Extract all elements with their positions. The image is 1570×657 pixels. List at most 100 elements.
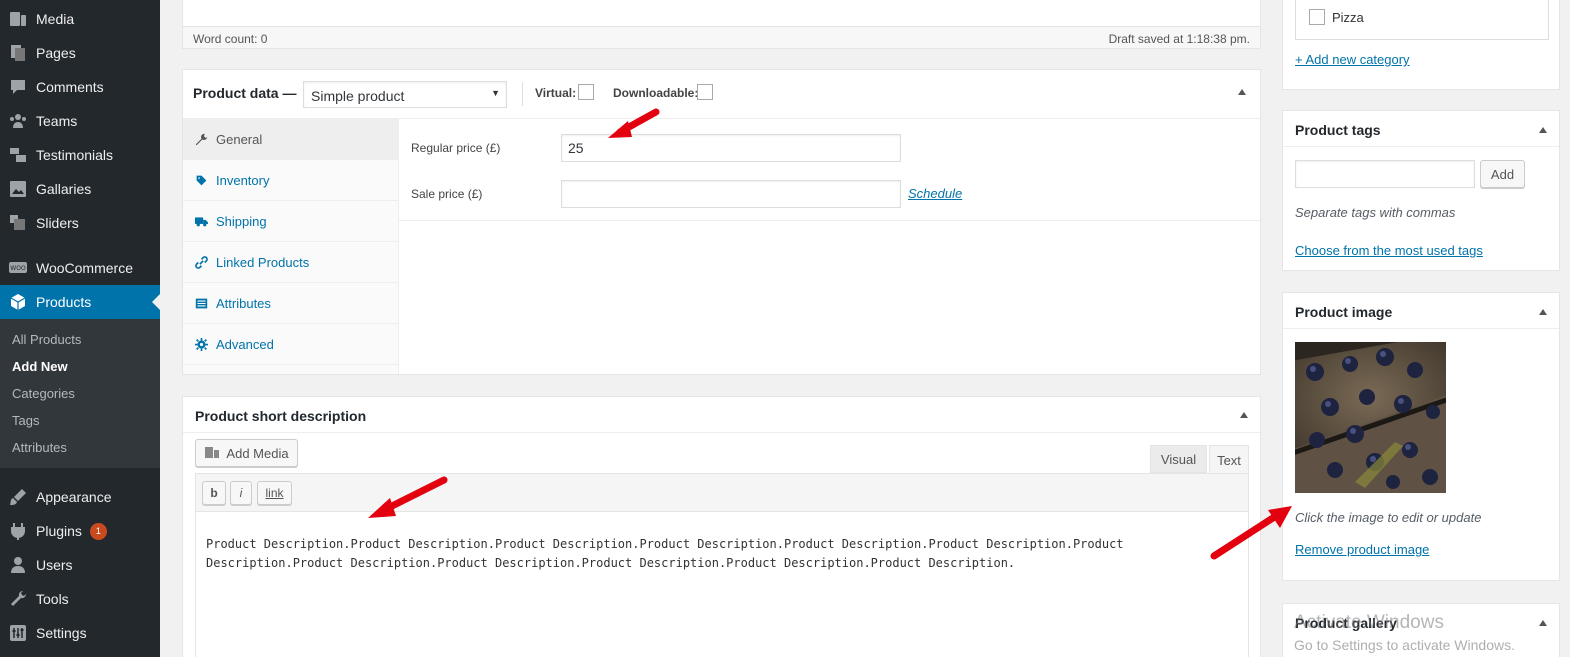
category-label: Pizza xyxy=(1332,10,1364,25)
admin-sidebar: Media Pages Comments Teams Testimonials … xyxy=(0,0,160,657)
sale-price-label: Sale price (£) xyxy=(411,187,483,201)
appearance-icon xyxy=(0,487,36,507)
sidebar-item-users[interactable]: Users xyxy=(0,548,160,582)
windows-watermark-title: Activate Windows xyxy=(1294,612,1444,633)
image-hint: Click the image to edit or update xyxy=(1295,510,1482,525)
annotation-arrow-description xyxy=(368,476,448,518)
truck-icon xyxy=(195,216,208,226)
sliders-icon xyxy=(0,213,36,233)
short-description-textarea[interactable]: Product Description.Product Description.… xyxy=(206,535,1136,573)
submenu-attributes[interactable]: Attributes xyxy=(12,440,67,455)
tag-icon xyxy=(196,175,207,185)
sidebar-item-plugins[interactable]: Plugins 1 xyxy=(0,514,160,548)
most-used-tags-link[interactable]: Choose from the most used tags xyxy=(1295,243,1483,258)
sidebar-item-label: Pages xyxy=(36,45,76,61)
sidebar-item-comments[interactable]: Comments xyxy=(0,70,160,104)
sidebar-item-label: Appearance xyxy=(36,489,112,505)
link-button[interactable]: link xyxy=(257,481,292,505)
short-description-box: Product short description Add Media Visu… xyxy=(182,396,1261,657)
toggle-panel-icon[interactable] xyxy=(1240,412,1248,418)
media-icon xyxy=(205,447,220,458)
tab-attributes[interactable]: Attributes xyxy=(183,283,398,324)
products-icon xyxy=(0,292,36,312)
sidebar-item-label: Plugins xyxy=(36,523,82,539)
short-description-title: Product short description xyxy=(195,408,367,424)
post-editor-bottom: Word count: 0 Draft saved at 1:18:38 pm. xyxy=(182,0,1261,49)
sidebar-item-sliders[interactable]: Sliders xyxy=(0,206,160,240)
plugins-update-badge: 1 xyxy=(89,522,107,540)
sidebar-item-pages[interactable]: Pages xyxy=(0,36,160,70)
submenu-tags[interactable]: Tags xyxy=(12,413,39,428)
regular-price-label: Regular price (£) xyxy=(411,141,501,155)
sidebar-item-label: Teams xyxy=(36,113,78,129)
bold-button[interactable]: b xyxy=(202,481,226,505)
sidebar-item-tools[interactable]: Tools xyxy=(0,582,160,616)
tags-hint: Separate tags with commas xyxy=(1295,205,1456,220)
gear-icon xyxy=(195,337,208,351)
product-image-thumbnail[interactable] xyxy=(1295,342,1446,493)
divider xyxy=(1283,146,1559,147)
tab-text[interactable]: Text xyxy=(1209,445,1249,474)
add-new-category-link[interactable]: + Add new category xyxy=(1295,52,1410,67)
tab-label: Advanced xyxy=(216,336,274,352)
tab-visual[interactable]: Visual xyxy=(1150,445,1207,473)
product-tags-title: Product tags xyxy=(1295,122,1381,138)
divider xyxy=(1283,328,1559,329)
product-image-title: Product image xyxy=(1295,304,1393,320)
add-tag-button[interactable]: Add xyxy=(1480,160,1525,188)
text-editor-container: b i link Product Description.Product Des… xyxy=(195,473,1249,657)
product-tags-box: Product tags Add Separate tags with comm… xyxy=(1282,110,1560,271)
product-data-box: Product data — Simple product ▼ Virtual:… xyxy=(182,69,1261,375)
italic-button[interactable]: i xyxy=(230,481,252,505)
products-submenu: All Products Add New Categories Tags Att… xyxy=(0,319,160,468)
add-media-label: Add Media xyxy=(226,445,289,461)
submenu-all-products[interactable]: All Products xyxy=(12,332,81,347)
sidebar-item-appearance[interactable]: Appearance xyxy=(0,480,160,514)
divider xyxy=(399,220,1260,221)
tab-label: Linked Products xyxy=(216,254,310,270)
downloadable-label: Downloadable: xyxy=(613,86,699,100)
gallaries-icon xyxy=(0,179,36,199)
comments-icon xyxy=(0,77,36,97)
sidebar-item-testimonials[interactable]: Testimonials xyxy=(0,138,160,172)
product-type-select[interactable]: Simple product ▼ xyxy=(303,81,507,108)
schedule-link[interactable]: Schedule xyxy=(908,186,962,201)
autosave-message: Draft saved at 1:18:38 pm. xyxy=(1108,32,1250,46)
sidebar-item-label: Testimonials xyxy=(36,147,114,163)
annotation-arrow-image xyxy=(1210,506,1292,560)
tab-linked-products[interactable]: Linked Products xyxy=(183,242,398,283)
post-status-info: Word count: 0 Draft saved at 1:18:38 pm. xyxy=(183,26,1260,48)
downloadable-checkbox[interactable] xyxy=(697,84,713,100)
toggle-panel-icon[interactable] xyxy=(1238,89,1246,95)
sidebar-item-media[interactable]: Media xyxy=(0,2,160,36)
tab-shipping[interactable]: Shipping xyxy=(183,201,398,242)
sidebar-item-products[interactable]: Products xyxy=(0,285,160,319)
tab-advanced[interactable]: Advanced xyxy=(183,324,398,365)
sidebar-item-label: Gallaries xyxy=(36,181,92,197)
sidebar-item-woocommerce[interactable]: WOO WooCommerce xyxy=(0,251,160,285)
users-icon xyxy=(0,555,36,575)
toggle-panel-icon[interactable] xyxy=(1539,620,1547,626)
sidebar-item-gallaries[interactable]: Gallaries xyxy=(0,172,160,206)
tab-inventory[interactable]: Inventory xyxy=(183,160,398,201)
sale-price-input[interactable] xyxy=(561,180,901,208)
annotation-arrow-price xyxy=(608,108,660,138)
sidebar-item-teams[interactable]: Teams xyxy=(0,104,160,138)
divider xyxy=(522,82,523,106)
virtual-checkbox[interactable] xyxy=(578,84,594,100)
tab-general[interactable]: General xyxy=(183,119,398,160)
sidebar-item-settings[interactable]: Settings xyxy=(0,616,160,650)
product-image-box: Product image Click the image to edit or… xyxy=(1282,292,1560,581)
add-media-button[interactable]: Add Media xyxy=(195,439,298,467)
submenu-categories[interactable]: Categories xyxy=(12,386,75,401)
sidebar-item-label: Media xyxy=(36,11,75,27)
toggle-panel-icon[interactable] xyxy=(1539,309,1547,315)
submenu-add-new[interactable]: Add New xyxy=(12,359,68,374)
sidebar-item-label: Tools xyxy=(36,591,69,607)
remove-product-image-link[interactable]: Remove product image xyxy=(1295,542,1429,557)
plugins-icon xyxy=(0,521,36,541)
tab-label: Attributes xyxy=(216,295,271,311)
category-checkbox[interactable] xyxy=(1309,9,1325,25)
new-tag-input[interactable] xyxy=(1295,160,1475,188)
toggle-panel-icon[interactable] xyxy=(1539,127,1547,133)
